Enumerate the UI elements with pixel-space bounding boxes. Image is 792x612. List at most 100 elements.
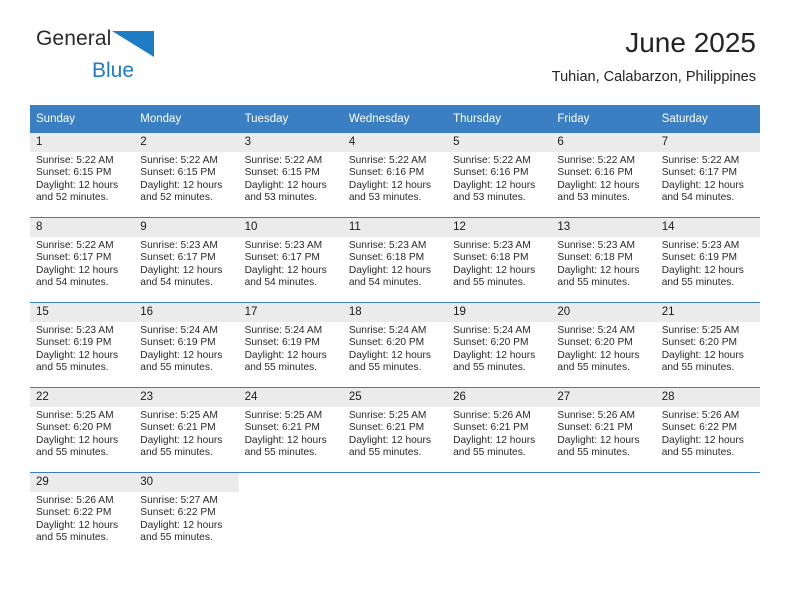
sunset-text: Sunset: 6:17 PM — [140, 252, 216, 264]
page-subtitle-location: Tuhian, Calabarzon, Philippines — [551, 69, 756, 85]
day-details: Sunrise: 5:25 AM Sunset: 6:21 PM Daylight:… — [343, 407, 447, 460]
sunset-text: Sunset: 6:21 PM — [348, 422, 425, 434]
day-cell-content: 23 Sunrise: 5:25 AM Sunset: 6:21 PM Dayligh… — [134, 388, 239, 472]
sunrise-text: Sunrise: 5:26 AM — [557, 410, 635, 421]
day-number: 27 — [551, 388, 656, 407]
sunrise-text: Sunrise: 5:22 AM — [36, 240, 114, 251]
triangle-icon — [112, 31, 155, 62]
sunrise-text: Sunrise: 5:23 AM — [348, 240, 427, 251]
daylight-text: Daylight: 12 hours and 53 minutes. — [557, 179, 640, 204]
day-cell-content: 28 Sunrise: 5:26 AM Sunset: 6:22 PM Dayligh… — [655, 388, 760, 472]
day-cell-content: 14 Sunrise: 5:23 AM Sunset: 6:19 PM Dayligh… — [655, 218, 760, 302]
calendar-day-cell[interactable]: 24 Sunrise: 5:25 AM Sunset: 6:21 PM Dayligh… — [238, 387, 343, 473]
daylight-text: Daylight: 12 hours and 53 minutes. — [453, 179, 536, 204]
calendar-day-cell[interactable]: 9 Sunrise: 5:23 AM Sunset: 6:17 PM Daylight… — [134, 217, 239, 303]
calendar-day-cell[interactable]: 1 Sunrise: 5:22 AM Sunset: 6:15 PM Daylight… — [30, 133, 135, 218]
calendar-day-cell[interactable]: 7 Sunrise: 5:22 AM Sunset: 6:17 PM Daylight… — [655, 133, 760, 218]
calendar-day-cell[interactable]: 6 Sunrise: 5:22 AM Sunset: 6:16 PM Daylight… — [551, 133, 656, 218]
day-details: Sunrise: 5:22 AM Sunset: 6:16 PM Daylight:… — [551, 152, 655, 205]
daylight-text: Daylight: 12 hours and 55 minutes. — [661, 264, 744, 289]
calendar-day-cell[interactable]: 2 Sunrise: 5:22 AM Sunset: 6:15 PM Daylight… — [134, 133, 239, 218]
calendar-day-cell[interactable]: 19 Sunrise: 5:24 AM Sunset: 6:20 PM Dayligh… — [447, 302, 552, 388]
calendar-day-cell[interactable]: 15 Sunrise: 5:23 AM Sunset: 6:19 PM Dayligh… — [30, 302, 135, 388]
calendar-day-cell[interactable]: 8 Sunrise: 5:22 AM Sunset: 6:17 PM Daylight… — [30, 217, 135, 303]
day-number: 12 — [447, 218, 552, 237]
day-details: Sunrise: 5:25 AM Sunset: 6:20 PM Daylight:… — [656, 322, 760, 375]
calendar-day-cell[interactable]: 17 Sunrise: 5:24 AM Sunset: 6:19 PM Dayligh… — [238, 302, 343, 388]
sunset-text: Sunset: 6:17 PM — [36, 252, 112, 264]
daylight-text: Daylight: 12 hours and 54 minutes. — [36, 264, 119, 289]
calendar-day-cell[interactable]: 20 Sunrise: 5:24 AM Sunset: 6:20 PM Dayligh… — [551, 302, 656, 388]
day-cell-content: 26 Sunrise: 5:26 AM Sunset: 6:21 PM Dayligh… — [447, 388, 552, 472]
sunrise-text: Sunrise: 5:25 AM — [348, 410, 427, 421]
day-cell-content: 17 Sunrise: 5:24 AM Sunset: 6:19 PM Dayligh… — [238, 303, 343, 387]
calendar-day-cell[interactable]: 28 Sunrise: 5:26 AM Sunset: 6:22 PM Dayligh… — [655, 387, 760, 473]
calendar-day-cell[interactable]: 22 Sunrise: 5:25 AM Sunset: 6:20 PM Dayligh… — [30, 387, 135, 473]
sunrise-text: Sunrise: 5:24 AM — [453, 325, 531, 336]
sunset-text: Sunset: 6:21 PM — [140, 422, 216, 434]
day-number: 8 — [30, 218, 135, 237]
sunrise-text: Sunrise: 5:24 AM — [244, 325, 323, 336]
page-title: June 2025 — [625, 27, 756, 58]
day-details: Sunrise: 5:22 AM Sunset: 6:17 PM Daylight:… — [30, 237, 134, 290]
day-cell-content: 20 Sunrise: 5:24 AM Sunset: 6:20 PM Dayligh… — [551, 303, 656, 387]
day-cell-content: 30 Sunrise: 5:27 AM Sunset: 6:22 PM Dayligh… — [134, 473, 239, 557]
day-number — [656, 473, 760, 492]
calendar-day-cell[interactable]: 21 Sunrise: 5:25 AM Sunset: 6:20 PM Dayligh… — [655, 302, 760, 388]
daylight-text: Daylight: 12 hours and 52 minutes. — [140, 179, 223, 204]
sunset-text: Sunset: 6:21 PM — [557, 422, 633, 434]
day-number — [447, 473, 551, 492]
day-number: 21 — [655, 303, 760, 322]
daylight-text: Daylight: 12 hours and 52 minutes. — [36, 179, 119, 204]
title-block: June 2025 Tuhian, Calabarzon, Philippine… — [552, 26, 756, 86]
calendar-day-cell[interactable]: 4 Sunrise: 5:22 AM Sunset: 6:16 PM Daylight… — [342, 133, 448, 218]
day-details: Sunrise: 5:22 AM Sunset: 6:15 PM Daylight:… — [239, 152, 343, 205]
calendar-week-row: 1 Sunrise: 5:22 AM Sunset: 6:15 PM Daylight… — [30, 133, 760, 218]
calendar-day-cell[interactable]: 23 Sunrise: 5:25 AM Sunset: 6:21 PM Dayligh… — [134, 387, 239, 473]
calendar-day-cell[interactable]: 11 Sunrise: 5:23 AM Sunset: 6:18 PM Dayligh… — [342, 217, 448, 303]
calendar-day-cell[interactable]: 18 Sunrise: 5:24 AM Sunset: 6:20 PM Dayligh… — [342, 302, 448, 388]
calendar-day-cell[interactable]: 3 Sunrise: 5:22 AM Sunset: 6:15 PM Daylight… — [238, 133, 343, 218]
daylight-text: Daylight: 12 hours and 55 minutes. — [140, 434, 223, 459]
calendar-day-cell[interactable]: 29 Sunrise: 5:26 AM Sunset: 6:22 PM Dayligh… — [30, 472, 135, 557]
calendar-day-cell[interactable]: 5 Sunrise: 5:22 AM Sunset: 6:16 PM Daylight… — [447, 133, 552, 218]
sunrise-text: Sunrise: 5:25 AM — [244, 410, 323, 421]
calendar-day-cell[interactable]: 27 Sunrise: 5:26 AM Sunset: 6:21 PM Dayligh… — [551, 387, 656, 473]
daylight-text: Daylight: 12 hours and 55 minutes. — [36, 519, 119, 544]
day-cell-content — [551, 473, 655, 557]
sunrise-text: Sunrise: 5:24 AM — [348, 325, 427, 336]
calendar-day-cell[interactable]: 12 Sunrise: 5:23 AM Sunset: 6:18 PM Dayligh… — [447, 217, 552, 303]
day-cell-content: 3 Sunrise: 5:22 AM Sunset: 6:15 PM Daylight… — [238, 133, 343, 217]
daylight-text: Daylight: 12 hours and 55 minutes. — [244, 349, 327, 374]
sunset-text: Sunset: 6:21 PM — [453, 422, 529, 434]
daylight-text: Daylight: 12 hours and 55 minutes. — [453, 349, 536, 374]
calendar-day-cell[interactable]: 30 Sunrise: 5:27 AM Sunset: 6:22 PM Dayligh… — [134, 472, 239, 557]
calendar-day-cell[interactable]: 25 Sunrise: 5:25 AM Sunset: 6:21 PM Dayligh… — [342, 387, 448, 473]
calendar-day-cell[interactable]: 14 Sunrise: 5:23 AM Sunset: 6:19 PM Dayligh… — [655, 217, 760, 303]
sunrise-text: Sunrise: 5:24 AM — [140, 325, 218, 336]
daylight-text: Daylight: 12 hours and 55 minutes. — [557, 264, 640, 289]
calendar-day-cell[interactable]: 10 Sunrise: 5:23 AM Sunset: 6:17 PM Dayligh… — [238, 217, 343, 303]
day-cell-content — [447, 473, 551, 557]
sunrise-text: Sunrise: 5:22 AM — [453, 155, 531, 166]
daylight-text: Daylight: 12 hours and 54 minutes. — [348, 264, 431, 289]
day-cell-content: 18 Sunrise: 5:24 AM Sunset: 6:20 PM Dayligh… — [342, 303, 448, 387]
day-number: 6 — [551, 133, 656, 152]
brand-logo[interactable]: General Blue — [36, 28, 236, 81]
calendar-day-cell[interactable]: 13 Sunrise: 5:23 AM Sunset: 6:18 PM Dayligh… — [551, 217, 656, 303]
sunset-text: Sunset: 6:18 PM — [348, 252, 425, 264]
sunset-text: Sunset: 6:15 PM — [244, 167, 320, 179]
sunrise-text: Sunrise: 5:23 AM — [140, 240, 218, 251]
calendar-day-cell[interactable]: 26 Sunrise: 5:26 AM Sunset: 6:21 PM Dayligh… — [447, 387, 552, 473]
day-details: Sunrise: 5:27 AM Sunset: 6:22 PM Daylight:… — [134, 492, 238, 545]
day-details: Sunrise: 5:23 AM Sunset: 6:17 PM Daylight:… — [134, 237, 238, 290]
sunset-text: Sunset: 6:16 PM — [453, 167, 529, 179]
day-cell-content: 7 Sunrise: 5:22 AM Sunset: 6:17 PM Daylight… — [655, 133, 760, 217]
calendar-day-cell[interactable]: 16 Sunrise: 5:24 AM Sunset: 6:19 PM Dayligh… — [134, 302, 239, 388]
daylight-text: Daylight: 12 hours and 55 minutes. — [348, 434, 431, 459]
day-number: 22 — [30, 388, 135, 407]
weekday-header-tuesday: Tuesday — [238, 105, 343, 133]
sunrise-text: Sunrise: 5:25 AM — [140, 410, 218, 421]
calendar-table: Sunday Monday Tuesday Wednesday Thursday… — [30, 105, 760, 557]
calendar-body: 1 Sunrise: 5:22 AM Sunset: 6:15 PM Daylight… — [30, 133, 760, 557]
